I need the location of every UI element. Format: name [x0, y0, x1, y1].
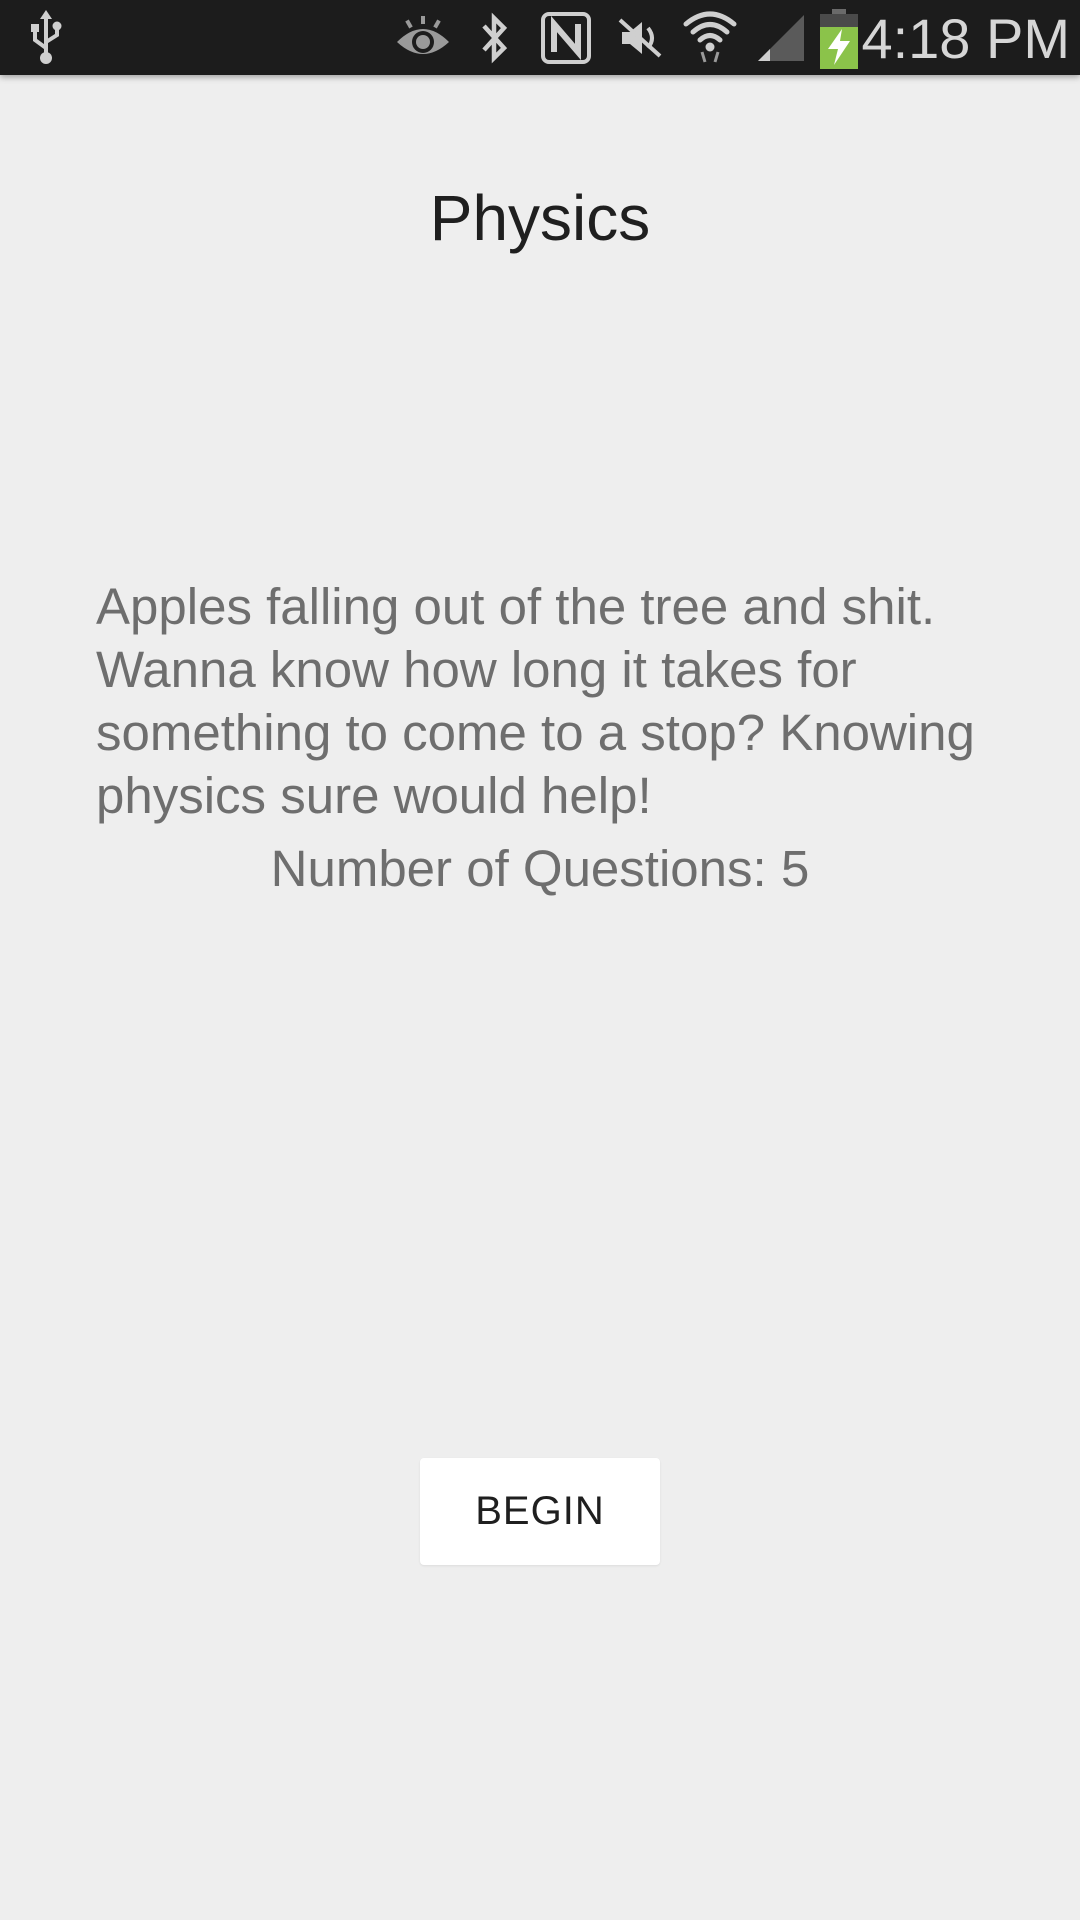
- begin-button[interactable]: BEGIN: [420, 1458, 660, 1565]
- bluetooth-icon: [482, 12, 508, 64]
- quiz-intro-screen: 4:18 PM Physics Apples falling out of th…: [0, 0, 1080, 1920]
- usb-icon: [31, 10, 62, 64]
- question-count-label: Number of Questions:: [270, 840, 767, 897]
- question-count: Number of Questions: 5: [0, 836, 1080, 902]
- status-bar: 4:18 PM: [0, 0, 1080, 75]
- eye-icon: [397, 16, 449, 54]
- nfc-icon: [541, 12, 591, 64]
- wifi-icon: [683, 11, 737, 63]
- quiz-description: Apples falling out of the tree and shit.…: [96, 578, 975, 824]
- mute-icon: [618, 18, 662, 58]
- question-count-value: 5: [780, 840, 810, 897]
- page-title: Physics: [429, 182, 651, 254]
- signal-icon: [758, 15, 804, 61]
- status-time: 4:18 PM: [861, 7, 1070, 70]
- battery-charging-icon: [820, 9, 858, 69]
